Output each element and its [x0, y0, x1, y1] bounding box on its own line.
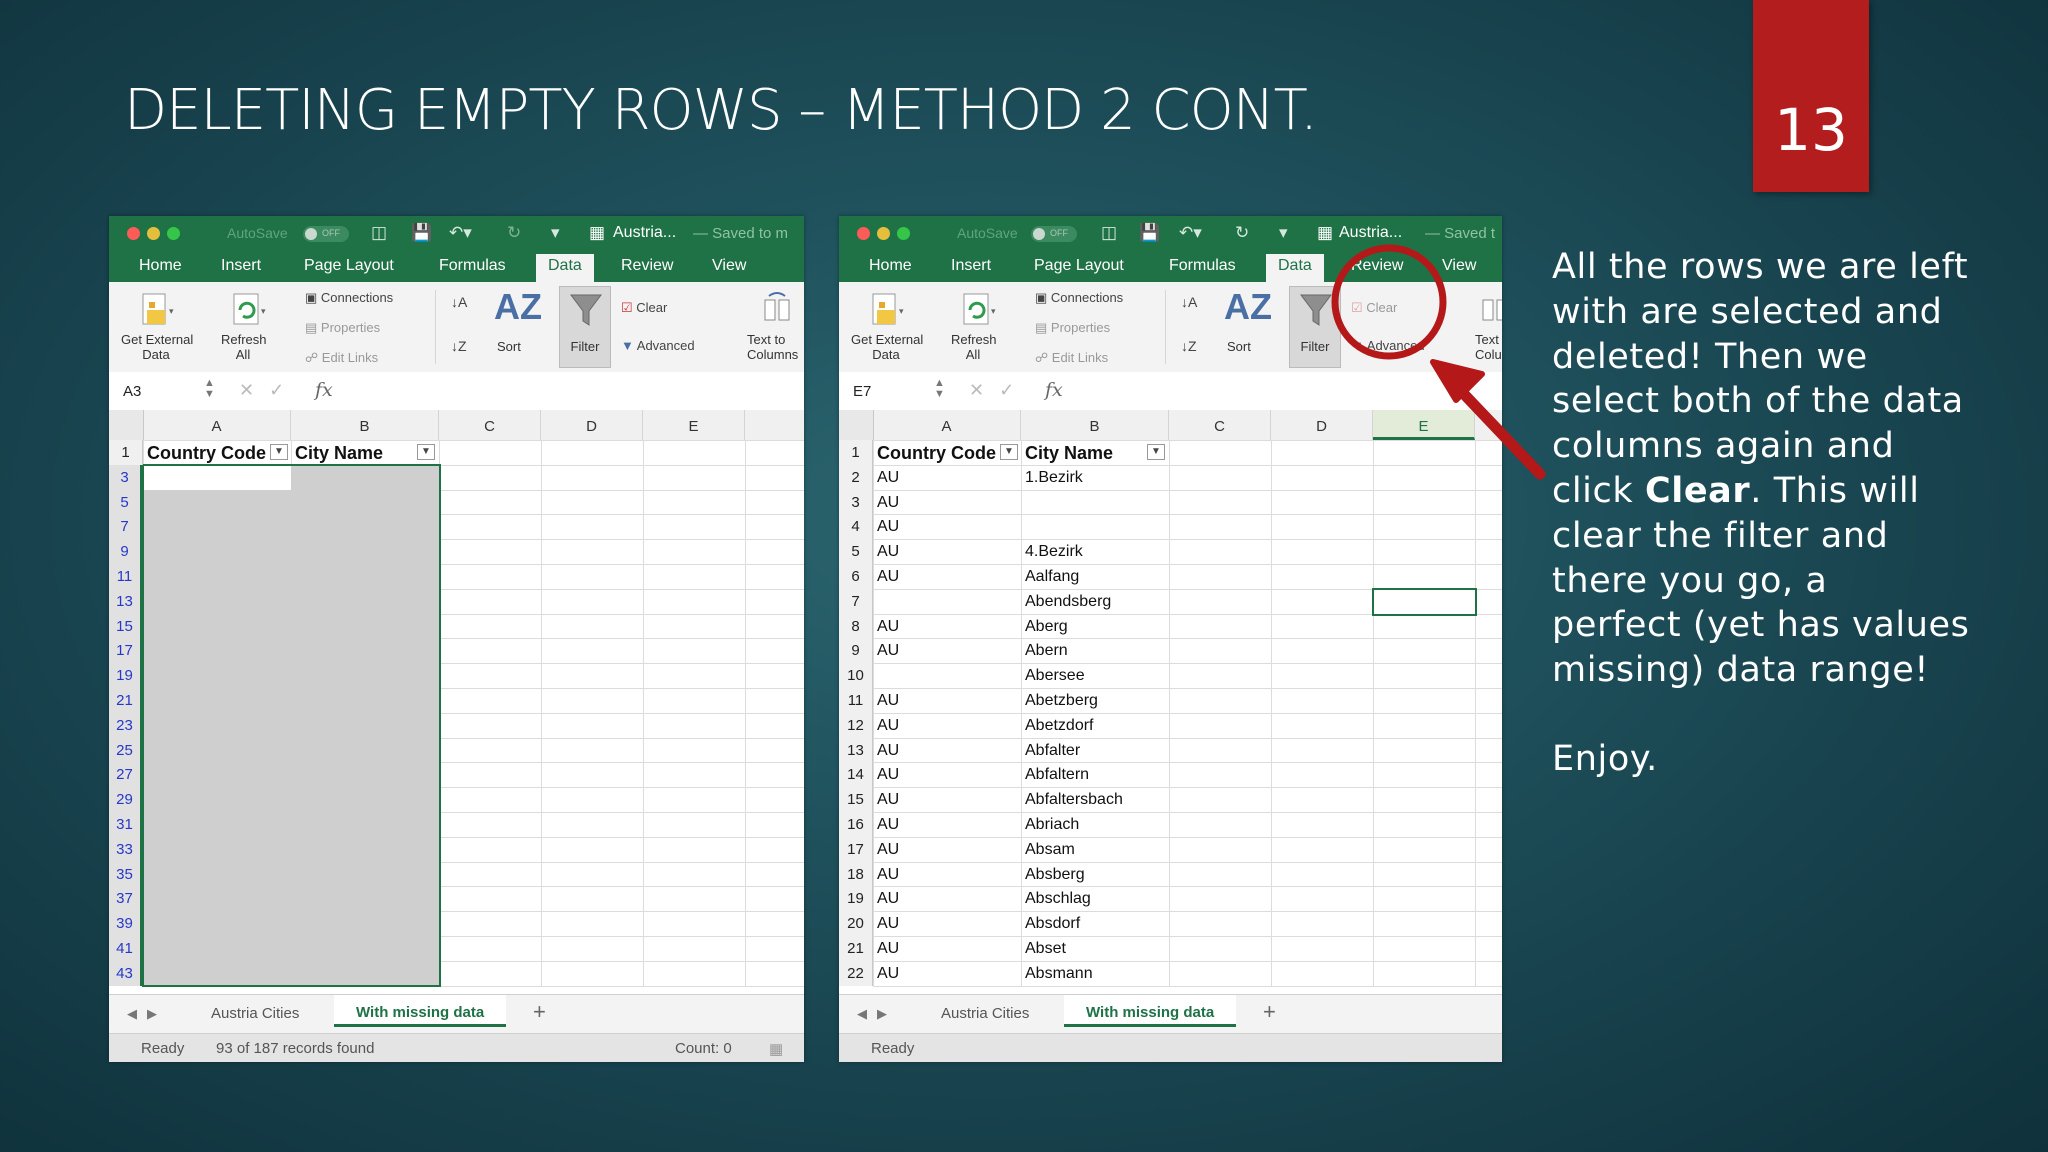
body-line: there you go, a — [1552, 560, 1828, 601]
clear-emphasis: Clear — [1644, 470, 1751, 511]
body-line: select both of the data — [1552, 381, 1964, 422]
body-line: All the rows we are left — [1552, 247, 1969, 287]
body-line: click Clear. This will — [1552, 470, 1920, 511]
annotation-arrow-shaft — [1456, 386, 1546, 480]
body-line: perfect (yet has values — [1552, 605, 1970, 646]
body-line: deleted! Then we — [1552, 336, 1868, 377]
body-line: clear the filter and — [1552, 515, 1889, 556]
body-line: columns again and — [1552, 426, 1895, 467]
slide-body-text: All the rows we are left with are select… — [1552, 245, 2022, 782]
highlight-circle — [1331, 244, 1447, 360]
body-line: missing) data range! — [1552, 650, 1929, 691]
body-line: with are selected and — [1552, 291, 1943, 332]
body-line-enjoy: Enjoy. — [1552, 738, 1658, 779]
annotation-arrow-head — [1430, 359, 1485, 403]
